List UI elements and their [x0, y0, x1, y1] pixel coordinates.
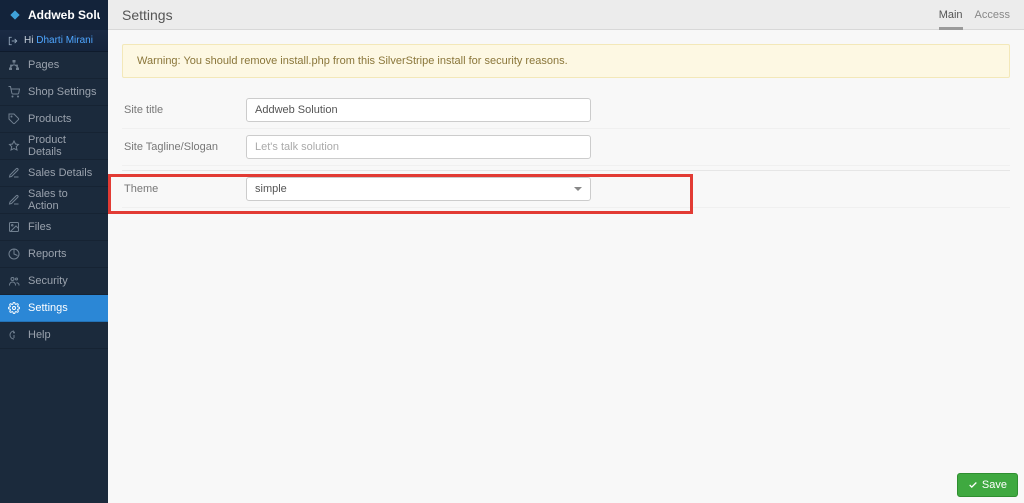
save-button-label: Save	[982, 479, 1007, 491]
user-greeting: Hi Dharti Mirani	[0, 30, 108, 52]
save-button[interactable]: Save	[957, 473, 1018, 497]
brand-text: Addweb Solution	[28, 8, 100, 22]
gear-icon	[8, 302, 20, 314]
logout-icon	[8, 36, 18, 46]
sidebar-nav: Pages Shop Settings Products Product Det…	[0, 52, 108, 349]
tagline-row: Site Tagline/Slogan	[122, 129, 1010, 166]
users-icon	[8, 275, 20, 287]
sidebar-item-label: Help	[28, 329, 51, 341]
sidebar-item-label: Files	[28, 221, 51, 233]
sidebar-item-label: Pages	[28, 59, 59, 71]
sidebar-item-label: Security	[28, 275, 68, 287]
image-icon	[8, 221, 20, 233]
brand: Addweb Solution	[0, 0, 108, 30]
theme-selected-value: simple	[255, 183, 287, 195]
sidebar-item-products[interactable]: Products	[0, 106, 108, 133]
sitemap-icon	[8, 59, 20, 71]
theme-select[interactable]: simple	[246, 177, 591, 201]
info-icon	[8, 329, 20, 341]
site-title-row: Site title	[122, 92, 1010, 129]
tab-main[interactable]: Main	[939, 0, 963, 29]
username[interactable]: Dharti Mirani	[36, 35, 93, 46]
edit-icon	[8, 167, 20, 179]
sidebar-item-pages[interactable]: Pages	[0, 52, 108, 79]
brand-logo-icon	[8, 8, 22, 22]
sidebar-item-sales-to-action[interactable]: Sales to Action	[0, 187, 108, 214]
chart-icon	[8, 248, 20, 260]
tagline-input[interactable]	[246, 135, 591, 159]
sidebar-item-label: Product Details	[28, 134, 100, 158]
tagline-label: Site Tagline/Slogan	[122, 141, 246, 153]
sidebar-item-security[interactable]: Security	[0, 268, 108, 295]
sidebar-item-label: Reports	[28, 248, 67, 260]
site-title-input[interactable]	[246, 98, 591, 122]
sidebar-item-sales-details[interactable]: Sales Details	[0, 160, 108, 187]
tab-access[interactable]: Access	[975, 0, 1010, 29]
sidebar-item-label: Sales Details	[28, 167, 92, 179]
cart-icon	[8, 86, 20, 98]
sidebar-item-label: Settings	[28, 302, 68, 314]
sidebar-item-label: Products	[28, 113, 71, 125]
warning-alert: Warning: You should remove install.php f…	[122, 44, 1010, 78]
edit-icon	[8, 194, 20, 206]
sidebar-item-settings[interactable]: Settings	[0, 295, 108, 322]
tabs: Main Access	[939, 0, 1010, 29]
pin-icon	[8, 140, 20, 152]
topbar: Settings Main Access	[108, 0, 1024, 30]
sidebar-item-files[interactable]: Files	[0, 214, 108, 241]
sidebar-item-reports[interactable]: Reports	[0, 241, 108, 268]
theme-label: Theme	[122, 183, 246, 195]
site-title-label: Site title	[122, 104, 246, 116]
sidebar-item-help[interactable]: Help	[0, 322, 108, 349]
sidebar-item-label: Shop Settings	[28, 86, 97, 98]
check-icon	[968, 480, 978, 490]
sidebar-item-label: Sales to Action	[28, 188, 100, 212]
page-title: Settings	[122, 7, 173, 23]
theme-row: Theme simple	[122, 170, 1010, 208]
sidebar-item-product-details[interactable]: Product Details	[0, 133, 108, 160]
chevron-down-icon	[574, 187, 582, 191]
sidebar-item-shop-settings[interactable]: Shop Settings	[0, 79, 108, 106]
tag-icon	[8, 113, 20, 125]
